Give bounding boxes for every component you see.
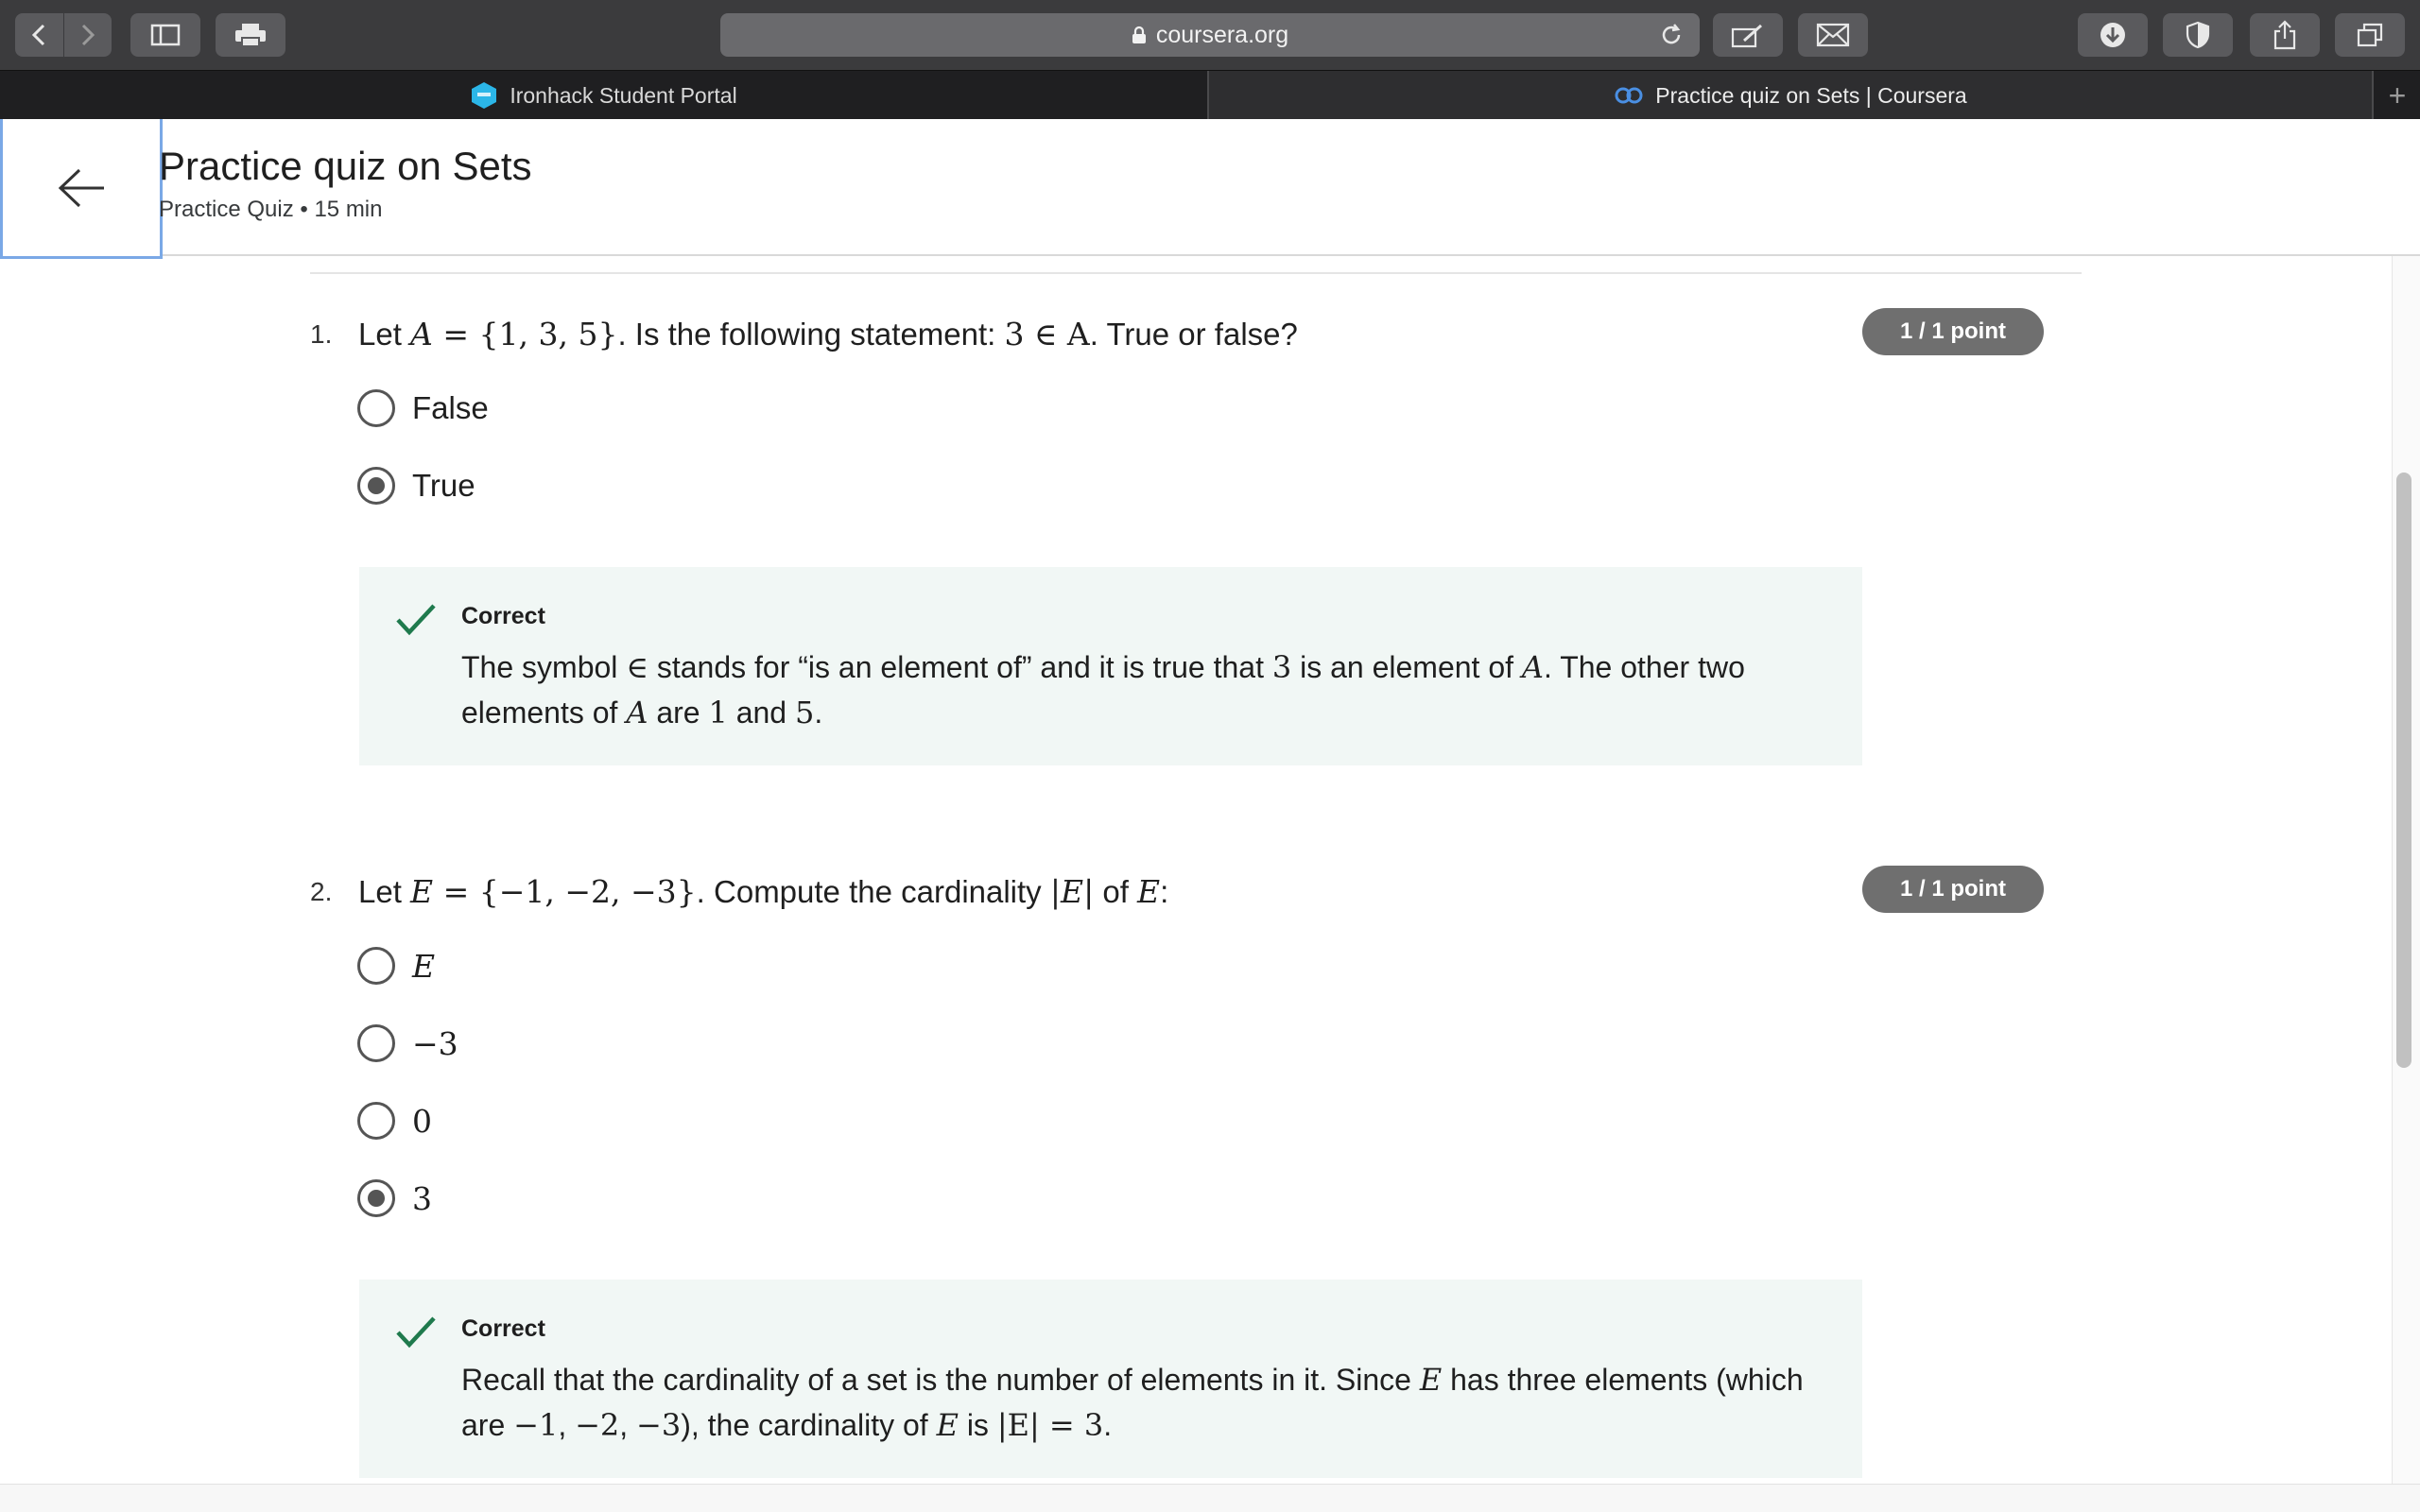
check-icon [396, 1316, 436, 1349]
browser-toolbar: coursera.org [0, 0, 2420, 70]
question-text: Let E = {−1, −2, −3}. Compute the cardin… [358, 873, 1169, 910]
back-nav-button[interactable] [15, 13, 63, 57]
downloads-button[interactable] [2078, 13, 2148, 57]
score-badge: 1 / 1 point [1862, 308, 2044, 355]
feedback-text: The symbol ∈ stands for “is an element o… [461, 649, 1745, 730]
new-tab-button[interactable]: + [2375, 71, 2420, 120]
privacy-shield-icon [2186, 21, 2210, 49]
question-number: 1. [310, 319, 333, 349]
feedback-title: Correct [461, 603, 545, 629]
feedback-text: Recall that the cardinality of a set is … [461, 1362, 1804, 1443]
feedback-box: Correct The symbol ∈ stands for “is an e… [359, 567, 1862, 765]
score-badge: 1 / 1 point [1862, 866, 2044, 913]
option-label: False [412, 390, 489, 425]
option-0[interactable]: 0 [357, 1100, 432, 1142]
sidebar-icon [150, 24, 181, 46]
page-title: Practice quiz on Sets [159, 144, 532, 188]
option-true[interactable]: True [357, 465, 475, 507]
sidebar-button[interactable] [130, 13, 200, 57]
option-minus-3[interactable]: −3 [357, 1022, 458, 1064]
option-false[interactable]: False [357, 387, 489, 429]
tab-label: Ironhack Student Portal [510, 82, 737, 108]
radio-button[interactable] [357, 1102, 395, 1140]
option-label: −3 [412, 1024, 458, 1062]
option-label: 0 [412, 1102, 432, 1140]
radio-button-selected[interactable] [357, 1179, 395, 1217]
feedback-title: Correct [461, 1315, 545, 1342]
print-icon [235, 24, 266, 47]
divider [310, 272, 2082, 274]
share-icon [2273, 20, 2296, 50]
page-subtitle: Practice Quiz • 15 min [159, 197, 383, 222]
option-e[interactable]: E [357, 945, 435, 987]
lock-icon [1132, 26, 1146, 43]
reload-icon [1662, 24, 1681, 44]
mail-icon [1816, 23, 1850, 47]
tab-label: Practice quiz on Sets | Coursera [1655, 82, 1967, 108]
tabs-overview-button[interactable] [2335, 13, 2405, 57]
share-button[interactable] [2250, 13, 2320, 57]
back-arrow-icon [32, 24, 45, 46]
check-icon [396, 604, 436, 636]
privacy-button[interactable] [2163, 13, 2233, 57]
question-number: 2. [310, 877, 333, 906]
radio-button[interactable] [357, 947, 395, 985]
back-arrow-icon [58, 168, 104, 207]
forward-arrow-icon [81, 24, 95, 46]
option-label: E [412, 947, 436, 985]
forward-nav-button[interactable] [63, 13, 112, 57]
tab-ironhack[interactable]: Ironhack Student Portal [0, 71, 1207, 120]
print-button[interactable] [216, 13, 285, 57]
reload-button[interactable] [1658, 22, 1685, 53]
download-icon [2100, 23, 2125, 47]
url-text: coursera.org [1155, 21, 1289, 48]
annotate-button[interactable] [1713, 13, 1783, 57]
ironhack-favicon [472, 82, 497, 109]
radio-button[interactable] [357, 389, 395, 427]
feedback-box: Correct Recall that the cardinality of a… [359, 1280, 1862, 1478]
tab-coursera[interactable]: Practice quiz on Sets | Coursera [1209, 71, 2372, 120]
nav-buttons [15, 13, 112, 57]
scrollbar-thumb[interactable] [2396, 472, 2411, 1068]
option-label: True [412, 468, 475, 503]
bottom-bar [0, 1484, 2420, 1512]
coursera-favicon [1615, 87, 1643, 104]
mail-button[interactable] [1798, 13, 1868, 57]
back-button[interactable] [0, 119, 163, 259]
option-3[interactable]: 3 [357, 1177, 432, 1219]
annotate-icon [1731, 24, 1762, 48]
radio-button-selected[interactable] [357, 467, 395, 505]
radio-button[interactable] [357, 1024, 395, 1062]
tabs-overview-icon [2357, 23, 2383, 47]
url-display: coursera.org [720, 13, 1700, 57]
quiz-header: Practice quiz on Sets Practice Quiz • 15… [0, 119, 2420, 259]
question-text: Let A = {1, 3, 5}. Is the following stat… [358, 316, 1298, 352]
address-bar[interactable]: coursera.org [720, 13, 1700, 57]
option-label: 3 [412, 1179, 432, 1217]
tab-bar: Ironhack Student Portal Practice quiz on… [0, 70, 2420, 120]
